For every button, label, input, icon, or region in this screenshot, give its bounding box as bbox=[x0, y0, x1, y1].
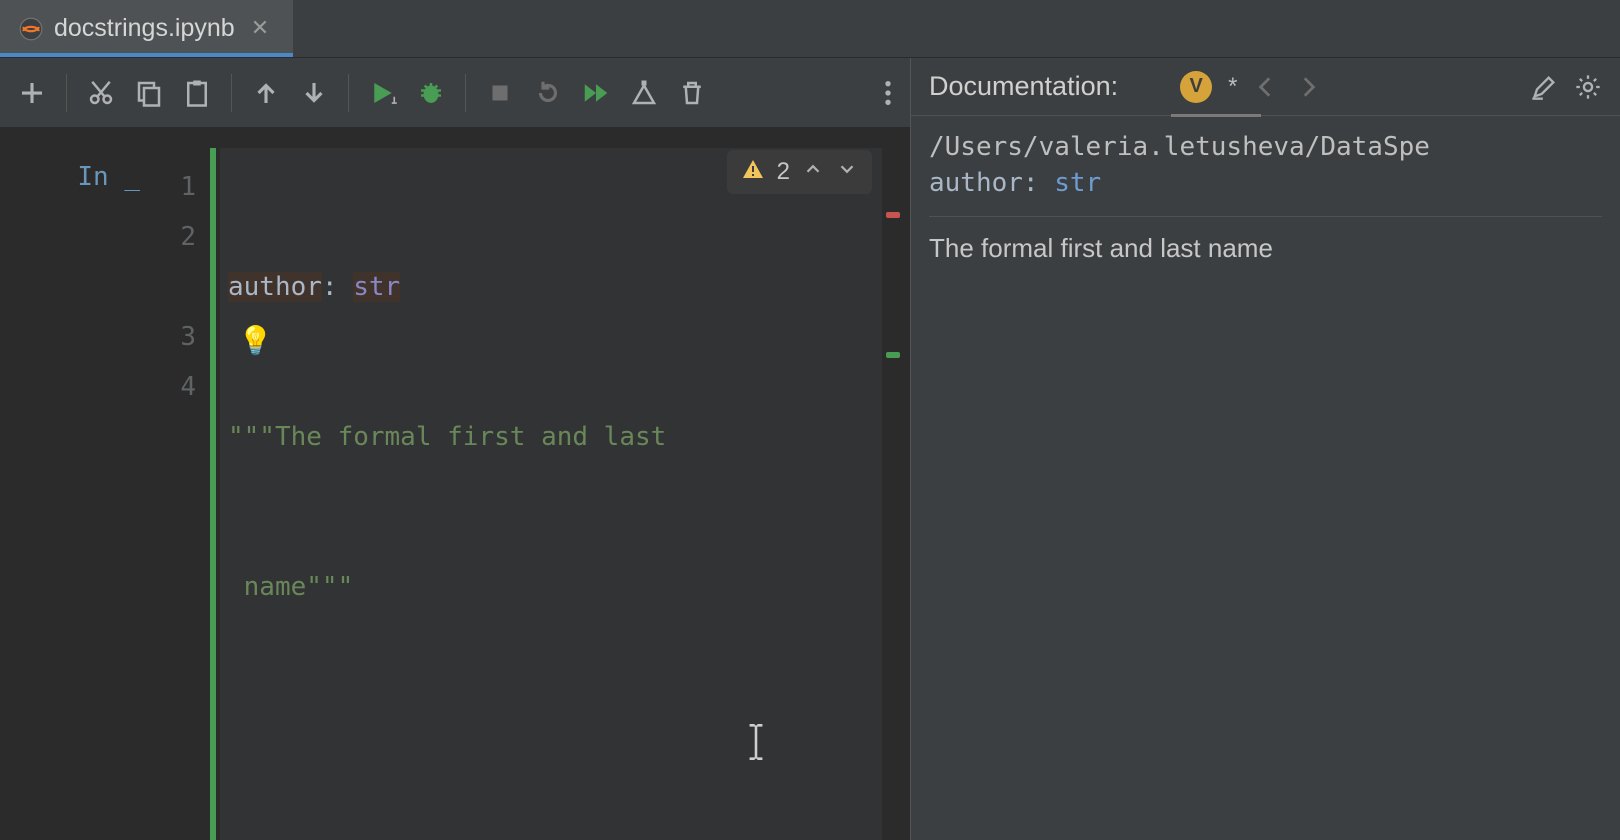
file-tab-label: docstrings.ipynb bbox=[54, 14, 235, 43]
doc-back-button[interactable] bbox=[1253, 74, 1279, 100]
run-all-button[interactable] bbox=[574, 71, 618, 115]
stripe-mark[interactable] bbox=[886, 352, 900, 358]
avatar[interactable]: V bbox=[1180, 71, 1212, 103]
docstring: name""" bbox=[228, 572, 353, 602]
documentation-body: /Users/valeria.letusheva/DataSpe author:… bbox=[911, 116, 1620, 280]
jupyter-icon bbox=[18, 16, 44, 42]
separator bbox=[231, 74, 232, 112]
type-annotation: str bbox=[353, 272, 400, 302]
doc-tab-underline bbox=[1171, 114, 1261, 117]
line-number: 2 bbox=[150, 212, 196, 262]
copy-button[interactable] bbox=[127, 71, 171, 115]
doc-signature: author: str bbox=[929, 168, 1602, 198]
cell-execution-bar bbox=[210, 148, 216, 840]
notebook-toolbar bbox=[0, 58, 910, 128]
tab-bar: docstrings.ipynb bbox=[0, 0, 1620, 58]
line-number: 3 bbox=[150, 312, 196, 362]
close-tab-button[interactable] bbox=[245, 16, 275, 42]
editor-pane: In _ 1 2 3 4 author: str """The formal f… bbox=[0, 58, 910, 840]
delete-cell-button[interactable] bbox=[670, 71, 714, 115]
separator bbox=[348, 74, 349, 112]
paste-button[interactable] bbox=[175, 71, 219, 115]
edit-source-button[interactable] bbox=[1530, 73, 1558, 101]
documentation-title: Documentation: bbox=[929, 71, 1118, 102]
file-tab[interactable]: docstrings.ipynb bbox=[0, 0, 293, 57]
next-highlight-button[interactable] bbox=[836, 158, 858, 187]
more-actions-button[interactable] bbox=[884, 58, 892, 127]
rerun-button[interactable] bbox=[526, 71, 570, 115]
cut-button[interactable] bbox=[79, 71, 123, 115]
run-cell-button[interactable] bbox=[361, 71, 405, 115]
editor-area[interactable]: In _ 1 2 3 4 author: str """The formal f… bbox=[0, 128, 910, 840]
line-number-gutter: 1 2 3 4 bbox=[150, 148, 210, 840]
doc-forward-button[interactable] bbox=[1295, 74, 1321, 100]
documentation-header: Documentation: V * bbox=[911, 58, 1620, 116]
docstring: """The formal first and last bbox=[228, 422, 682, 452]
clear-output-button[interactable] bbox=[622, 71, 666, 115]
move-up-button[interactable] bbox=[244, 71, 288, 115]
line-number: 4 bbox=[150, 362, 196, 412]
separator bbox=[465, 74, 466, 112]
line-number: 1 bbox=[150, 162, 196, 212]
documentation-panel: Documentation: V * /Users/valeria.letush… bbox=[910, 58, 1620, 840]
modified-indicator: * bbox=[1228, 73, 1237, 101]
variable-def: author bbox=[228, 272, 322, 302]
doc-source-path: /Users/valeria.letusheva/DataSpe bbox=[929, 132, 1602, 162]
warning-count: 2 bbox=[777, 158, 790, 186]
stop-button[interactable] bbox=[478, 71, 522, 115]
add-cell-button[interactable] bbox=[10, 71, 54, 115]
code-cell[interactable]: author: str """The formal first and last… bbox=[220, 148, 882, 840]
debug-cell-button[interactable] bbox=[409, 71, 453, 115]
doc-settings-button[interactable] bbox=[1574, 73, 1602, 101]
intention-bulb-icon[interactable]: 💡 bbox=[238, 316, 273, 366]
cell-prompt: In _ bbox=[0, 148, 150, 840]
stripe-mark[interactable] bbox=[886, 212, 900, 218]
doc-description: The formal first and last name bbox=[929, 216, 1602, 264]
inspections-widget[interactable]: 2 bbox=[727, 150, 872, 194]
warning-icon bbox=[741, 157, 765, 188]
error-stripe[interactable] bbox=[886, 152, 900, 772]
separator bbox=[66, 74, 67, 112]
prev-highlight-button[interactable] bbox=[802, 158, 824, 187]
move-down-button[interactable] bbox=[292, 71, 336, 115]
